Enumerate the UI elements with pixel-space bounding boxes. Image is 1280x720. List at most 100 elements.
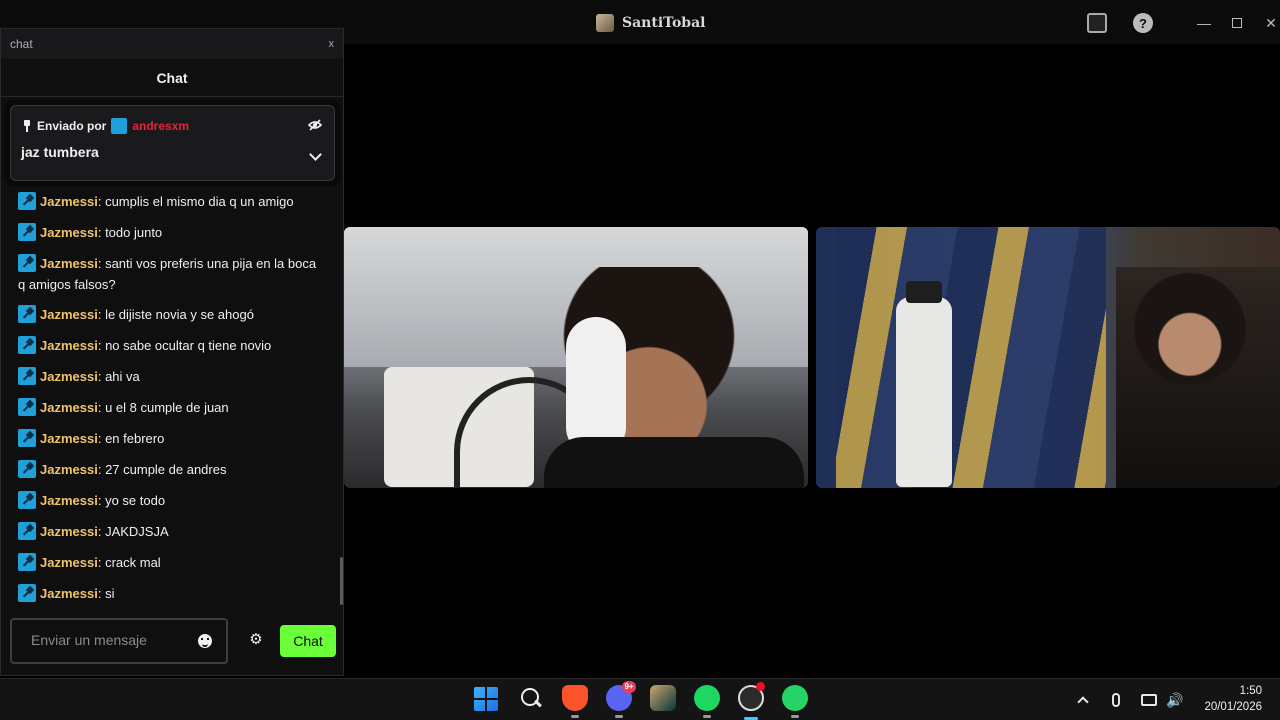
chat-header-title: Chat bbox=[156, 69, 188, 86]
recording-indicator-icon bbox=[756, 682, 765, 691]
chat-scrollbar[interactable] bbox=[340, 557, 343, 605]
chat-message-text: no sabe ocultar q tiene novio bbox=[105, 338, 272, 353]
chat-username[interactable]: Jazmessi bbox=[40, 586, 98, 601]
chat-message-text: crack mal bbox=[105, 555, 161, 570]
whatsapp-icon[interactable] bbox=[782, 685, 808, 718]
chat-message-text: todo junto bbox=[105, 225, 163, 240]
pinned-label: Enviado por bbox=[37, 119, 107, 133]
chat-message-text: JAKDJSJA bbox=[105, 524, 169, 539]
chat-input-box[interactable] bbox=[10, 618, 228, 664]
chat-message-text: u el 8 cumple de juan bbox=[105, 400, 229, 415]
inbox-icon[interactable] bbox=[1087, 13, 1107, 33]
brave-browser-icon[interactable] bbox=[562, 685, 588, 718]
close-window-icon[interactable]: ✕ bbox=[1261, 13, 1280, 33]
chat-username[interactable]: Jazmessi bbox=[40, 462, 98, 477]
channel-avatar-icon bbox=[596, 14, 614, 32]
user-badge-icon bbox=[18, 367, 36, 385]
user-badge-icon bbox=[18, 398, 36, 416]
user-badge-icon bbox=[18, 584, 36, 602]
chat-message-text: yo se todo bbox=[105, 493, 166, 508]
league-of-legends-icon[interactable] bbox=[650, 685, 676, 711]
chat-message: Jazmessi: cumplis el mismo dia q un amig… bbox=[18, 191, 318, 212]
chat-username[interactable]: Jazmessi bbox=[40, 225, 98, 240]
user-badge-icon bbox=[18, 460, 36, 478]
chat-message-text: ahi va bbox=[105, 369, 140, 384]
help-icon[interactable]: ? bbox=[1133, 13, 1153, 33]
user-badge-icon bbox=[18, 429, 36, 447]
user-badge-icon bbox=[18, 553, 36, 571]
pinned-username[interactable]: andresxm bbox=[132, 119, 189, 133]
chat-username[interactable]: Jazmessi bbox=[40, 369, 98, 384]
chat-message-text: 27 cumple de andres bbox=[105, 462, 227, 477]
chat-settings-gear-icon[interactable]: ⚙ bbox=[249, 632, 263, 647]
chat-message: Jazmessi: no sabe ocultar q tiene novio bbox=[18, 335, 318, 356]
user-badge-icon bbox=[18, 254, 36, 272]
chat-message-text: en febrero bbox=[105, 431, 165, 446]
user-badge-icon bbox=[18, 336, 36, 354]
chevron-up-icon[interactable] bbox=[1077, 679, 1089, 720]
chat-message: Jazmessi: crack mal bbox=[18, 552, 318, 573]
chat-header: Chat bbox=[1, 59, 343, 97]
user-badge-icon bbox=[18, 223, 36, 241]
chat-username[interactable]: Jazmessi bbox=[40, 307, 98, 322]
obs-studio-icon[interactable] bbox=[738, 682, 765, 720]
user-badge-icon bbox=[111, 118, 128, 134]
system-clock[interactable]: 1:50 20/01/2026 bbox=[1196, 683, 1262, 715]
desktop-screen: SantiTobal ? — ✕ chat x Chat Jazmessi: c… bbox=[0, 0, 1280, 720]
close-chat-icon[interactable]: x bbox=[329, 38, 335, 50]
chat-message: Jazmessi: santi vos preferis una pija en… bbox=[18, 254, 317, 292]
chat-username[interactable]: Jazmessi bbox=[40, 493, 98, 508]
chat-popout-title: chat bbox=[10, 37, 33, 51]
chat-message: Jazmessi: u el 8 cumple de juan bbox=[18, 397, 318, 418]
user-badge-icon bbox=[18, 491, 36, 509]
chat-message-text: le dijiste novia y se ahogó bbox=[105, 307, 254, 322]
minimize-icon[interactable]: — bbox=[1194, 13, 1214, 33]
windows-start-icon[interactable] bbox=[474, 687, 498, 711]
chevron-down-icon[interactable] bbox=[309, 148, 322, 161]
video-feed-left bbox=[344, 227, 808, 488]
clock-time: 1:50 bbox=[1239, 685, 1262, 697]
chat-message: Jazmessi: si bbox=[18, 583, 318, 604]
chat-message: Jazmessi: JAKDJSJA bbox=[18, 521, 318, 542]
chat-username[interactable]: Jazmessi bbox=[40, 431, 98, 446]
maximize-icon[interactable] bbox=[1227, 13, 1247, 33]
spotify-icon[interactable] bbox=[694, 685, 720, 718]
clock-date: 20/01/2026 bbox=[1204, 701, 1262, 713]
chat-username[interactable]: Jazmessi bbox=[40, 338, 98, 353]
chat-popout-window: chat x Chat Jazmessi: cumplis el mismo d… bbox=[0, 28, 344, 676]
video-feed-right bbox=[816, 227, 1280, 488]
taskbar: 9+ 🔊 1:50 20/01/2026 bbox=[0, 678, 1280, 720]
chat-popout-bar: chat x bbox=[1, 29, 343, 59]
window-title-text: SantiTobal bbox=[622, 15, 706, 31]
search-icon[interactable] bbox=[518, 685, 544, 711]
chat-message: Jazmessi: yo se todo bbox=[18, 490, 318, 511]
chat-username[interactable]: Jazmessi bbox=[40, 524, 98, 539]
chat-message: Jazmessi: 27 cumple de andres bbox=[18, 459, 318, 480]
pinned-text: jaz tumbera bbox=[21, 144, 99, 160]
chat-username[interactable]: Jazmessi bbox=[40, 194, 98, 209]
chat-username[interactable]: Jazmessi bbox=[40, 256, 98, 271]
pin-icon bbox=[21, 120, 33, 132]
network-icon[interactable] bbox=[1141, 679, 1157, 720]
user-badge-icon bbox=[18, 522, 36, 540]
chat-message-text: si bbox=[105, 586, 115, 601]
user-badge-icon bbox=[18, 305, 36, 323]
volume-icon[interactable]: 🔊 bbox=[1166, 679, 1183, 720]
emoji-icon[interactable] bbox=[198, 634, 212, 648]
chat-message-text: cumplis el mismo dia q un amigo bbox=[105, 194, 294, 209]
chat-send-button[interactable]: Chat bbox=[280, 625, 336, 657]
window-title: SantiTobal bbox=[596, 14, 705, 32]
pinned-message[interactable]: Enviado por andresxm jaz tumbera bbox=[10, 105, 335, 181]
chat-message: Jazmessi: todo junto bbox=[18, 222, 318, 243]
pinned-header: Enviado por andresxm bbox=[21, 118, 189, 134]
chat-username[interactable]: Jazmessi bbox=[40, 400, 98, 415]
discord-icon[interactable]: 9+ bbox=[606, 681, 636, 718]
chat-username[interactable]: Jazmessi bbox=[40, 555, 98, 570]
hide-pinned-eye-off-icon[interactable] bbox=[308, 118, 322, 132]
chat-message: Jazmessi: en febrero bbox=[18, 428, 318, 449]
chat-message: Jazmessi: le dijiste novia y se ahogó bbox=[18, 304, 318, 325]
chat-message-input[interactable] bbox=[31, 632, 191, 648]
chat-message: Jazmessi: ahi va bbox=[18, 366, 318, 387]
microphone-icon[interactable] bbox=[1112, 679, 1120, 720]
user-badge-icon bbox=[18, 192, 36, 210]
